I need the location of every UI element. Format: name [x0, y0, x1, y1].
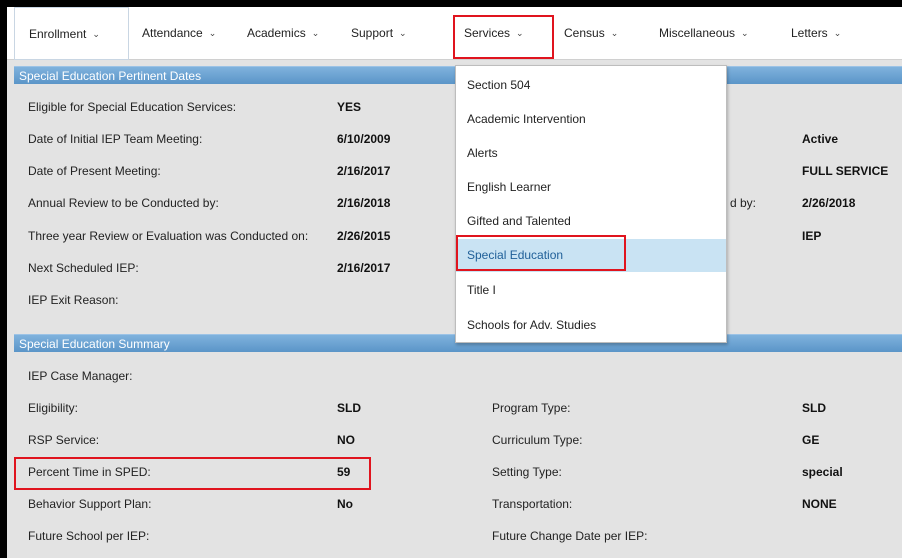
nav-census[interactable]: Census ⌄	[564, 7, 618, 60]
field-value: IEP	[802, 229, 822, 243]
field-label: Date of Present Meeting:	[28, 164, 161, 178]
nav-label: Attendance	[142, 26, 203, 40]
field-label: Behavior Support Plan:	[28, 497, 152, 511]
menu-item-gifted-and-talented[interactable]: Gifted and Talented	[456, 205, 726, 237]
field-label: Program Type:	[492, 401, 571, 415]
chevron-down-icon: ⌄	[741, 28, 749, 38]
chevron-down-icon: ⌄	[208, 28, 217, 38]
nav-label: Services	[464, 26, 511, 40]
field-value: NONE	[802, 497, 837, 511]
field-value: 59	[337, 465, 351, 479]
field-label: Curriculum Type:	[492, 433, 583, 447]
app-frame: Enrollment ⌄ Attendance ⌄ Academics ⌄ Suppo…	[7, 7, 902, 558]
field-label: Setting Type:	[492, 465, 562, 479]
menu-item-special-education[interactable]: Special Education	[456, 239, 726, 272]
services-dropdown: Section 504 Academic Intervention Alerts…	[455, 65, 727, 343]
field-label: RSP Service:	[28, 433, 100, 447]
field-label: Future School per IEP:	[28, 529, 150, 543]
menu-item-title-i[interactable]: Title I	[456, 274, 726, 306]
nav-services[interactable]: Services ⌄	[464, 7, 524, 60]
field-value: SLD	[802, 401, 826, 415]
field-label: d by:	[730, 196, 757, 210]
field-value: special	[802, 465, 843, 479]
top-nav: Enrollment ⌄ Attendance ⌄ Academics ⌄ Suppo…	[7, 7, 902, 60]
field-value: YES	[337, 100, 362, 114]
menu-item-alerts[interactable]: Alerts	[456, 137, 726, 169]
menu-item-schools-for-adv-studies[interactable]: Schools for Adv. Studies	[456, 309, 726, 341]
field-label: Date of Initial IEP Team Meeting:	[28, 132, 203, 146]
field-label: Percent Time in SPED:	[28, 465, 151, 479]
chevron-down-icon: ⌄	[833, 28, 842, 38]
menu-item-section-504[interactable]: Section 504	[456, 69, 726, 101]
field-label: Annual Review to be Conducted by:	[28, 196, 219, 210]
field-label: Eligibility:	[28, 401, 79, 415]
field-value: 2/16/2018	[337, 196, 391, 210]
field-value: NO	[337, 433, 355, 447]
field-label: IEP Case Manager:	[28, 369, 133, 383]
nav-letters[interactable]: Letters ⌄	[791, 7, 841, 60]
nav-label: Support	[351, 26, 394, 40]
nav-attendance[interactable]: Attendance ⌄	[142, 7, 216, 60]
nav-label: Miscellaneous	[659, 26, 736, 40]
field-value: GE	[802, 433, 820, 447]
chevron-down-icon: ⌄	[399, 28, 407, 38]
chevron-down-icon: ⌄	[92, 29, 100, 39]
menu-item-english-learner[interactable]: English Learner	[456, 171, 726, 203]
nav-label: Letters	[791, 26, 828, 40]
chevron-down-icon: ⌄	[610, 28, 619, 38]
field-label: IEP Exit Reason:	[28, 293, 119, 307]
field-label: Transportation:	[492, 497, 573, 511]
field-label: Eligible for Special Education Services:	[28, 100, 237, 114]
field-value: SLD	[337, 401, 361, 415]
field-value: Active	[802, 132, 839, 146]
menu-item-academic-intervention[interactable]: Academic Intervention	[456, 103, 726, 135]
nav-miscellaneous[interactable]: Miscellaneous ⌄	[659, 7, 749, 60]
nav-support[interactable]: Support ⌄	[351, 7, 407, 60]
field-value: 2/26/2015	[337, 229, 391, 243]
chevron-down-icon: ⌄	[311, 28, 320, 38]
field-label: Next Scheduled IEP:	[28, 261, 139, 275]
field-value: 2/26/2018	[802, 196, 856, 210]
field-value: 2/16/2017	[337, 261, 391, 275]
nav-label: Academics	[247, 26, 306, 40]
field-value: 6/10/2009	[337, 132, 391, 146]
field-value: FULL SERVICE	[802, 164, 889, 178]
nav-academics[interactable]: Academics ⌄	[247, 7, 319, 60]
field-value: No	[337, 497, 353, 511]
chevron-down-icon: ⌄	[516, 28, 524, 38]
field-value: 2/16/2017	[337, 164, 391, 178]
field-label: Future Change Date per IEP:	[492, 529, 648, 543]
nav-label: Census	[564, 26, 605, 40]
field-label: Three year Review or Evaluation was Cond…	[28, 229, 309, 243]
nav-label: Enrollment	[29, 27, 87, 41]
nav-enrollment[interactable]: Enrollment ⌄	[14, 7, 129, 60]
